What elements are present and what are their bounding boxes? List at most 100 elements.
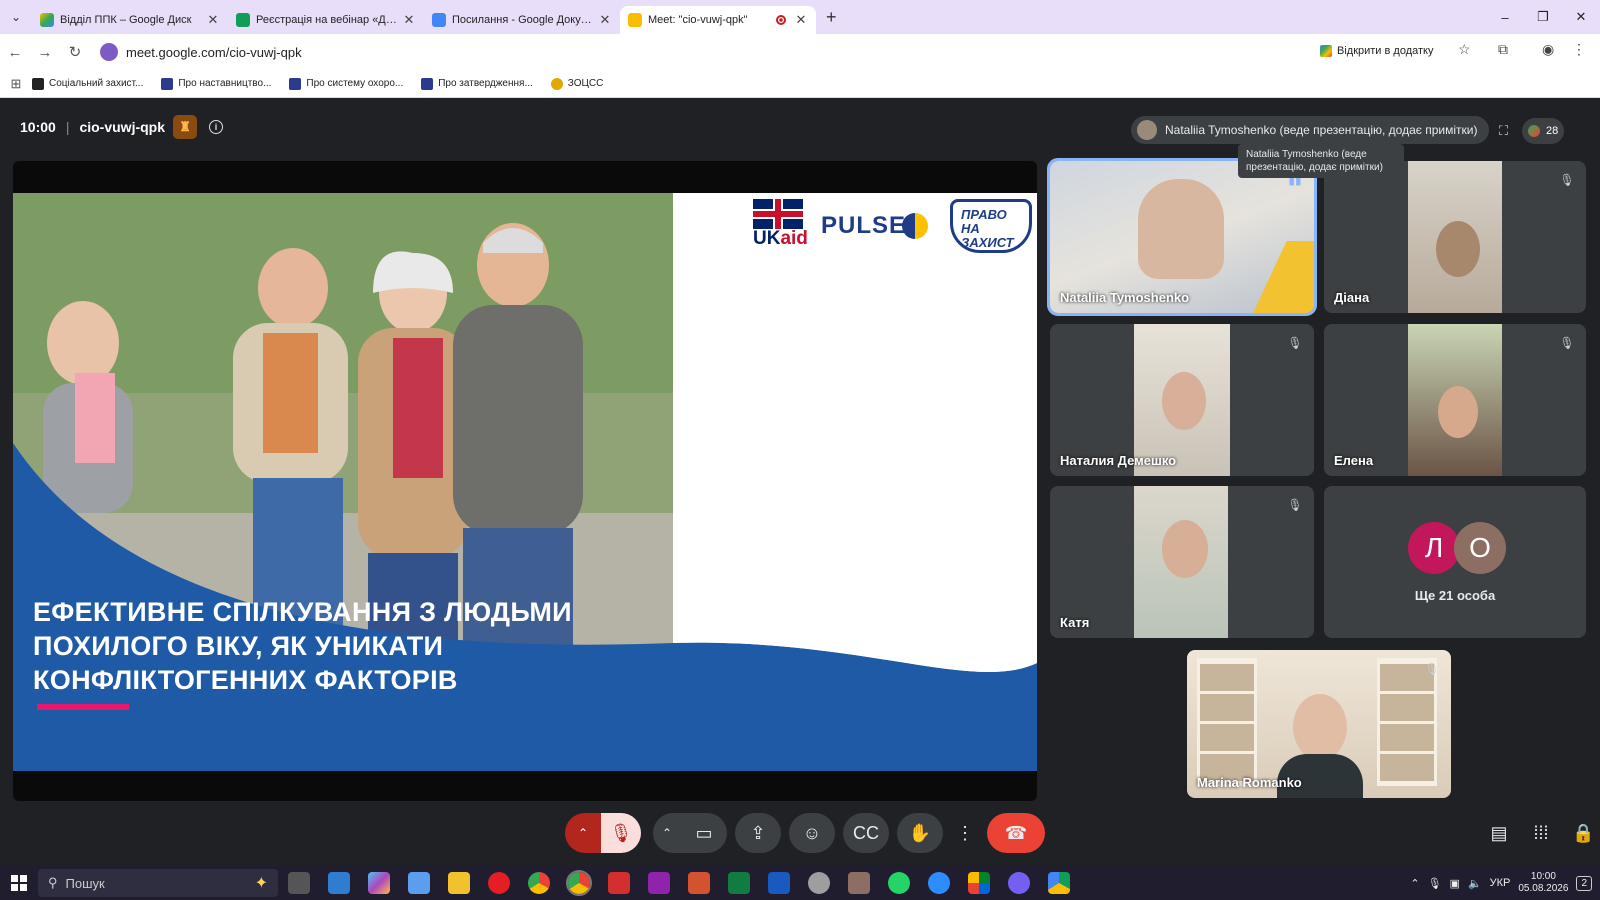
participant-name: Елена bbox=[1334, 453, 1374, 468]
network-icon[interactable]: ▣ bbox=[1450, 877, 1460, 890]
input-language[interactable]: УКР bbox=[1490, 877, 1511, 889]
present-screen-button[interactable]: ⇪ bbox=[735, 813, 781, 853]
chat-icon[interactable]: ▤ bbox=[1488, 823, 1510, 844]
reload-icon[interactable]: ↻ bbox=[60, 43, 90, 61]
host-controls-lock-icon[interactable]: 🔒 bbox=[1572, 823, 1594, 844]
participant-tile[interactable]: 🎙 Елена bbox=[1324, 324, 1586, 476]
raise-hand-button[interactable]: ✋ bbox=[897, 813, 943, 853]
participant-name: Катя bbox=[1060, 615, 1090, 630]
close-tab-icon[interactable]: ✕ bbox=[598, 12, 612, 28]
participant-tile[interactable]: 🎙 Катя bbox=[1050, 486, 1314, 638]
powerpoint-icon[interactable] bbox=[688, 872, 710, 894]
open-in-app-button[interactable]: Відкрити в додатку bbox=[1320, 45, 1433, 57]
windows-start-button[interactable] bbox=[0, 866, 38, 900]
close-tab-icon[interactable]: ✕ bbox=[794, 12, 808, 28]
bookmark-label: ЗОЦСС bbox=[567, 78, 604, 89]
participants-count-badge[interactable]: 28 bbox=[1522, 118, 1565, 144]
acrobat-icon[interactable] bbox=[608, 872, 630, 894]
google-drive-icon[interactable] bbox=[1048, 872, 1070, 894]
muted-mic-icon: 🎙 bbox=[1424, 662, 1440, 676]
bookmark-star-icon[interactable]: ☆ bbox=[1458, 41, 1471, 58]
bookmark-item[interactable]: Про систему охоро... bbox=[289, 77, 403, 90]
video-settings-button[interactable]: ⌃ bbox=[653, 813, 681, 853]
app-icon[interactable] bbox=[848, 872, 870, 894]
tab-search-chevron-icon[interactable]: ⌄ bbox=[0, 0, 32, 34]
forward-icon[interactable]: → bbox=[30, 44, 60, 61]
browser-tab[interactable]: Відділ ППК – Google Диск ✕ bbox=[32, 6, 228, 34]
new-tab-button[interactable]: + bbox=[826, 7, 837, 28]
leave-call-button[interactable]: ☎ bbox=[987, 813, 1045, 853]
participant-count: 28 bbox=[1545, 125, 1559, 137]
store-icon[interactable] bbox=[328, 872, 350, 894]
restore-icon[interactable]: ❐ bbox=[1524, 0, 1562, 34]
copilot-icon[interactable] bbox=[368, 872, 390, 894]
audio-settings-button[interactable]: ⌃ bbox=[565, 813, 601, 853]
participant-name: Наталия Демешко bbox=[1060, 453, 1177, 468]
meeting-info-icon[interactable]: i bbox=[209, 120, 224, 134]
volume-icon[interactable]: 🔈 bbox=[1468, 877, 1482, 890]
stop-presenting-icon[interactable]: ⛶ bbox=[1499, 123, 1508, 139]
microphone-icon[interactable]: 🎙 bbox=[1428, 877, 1442, 890]
bookmark-item[interactable]: Про наставництво... bbox=[161, 77, 271, 90]
taskbar-apps bbox=[288, 870, 1088, 896]
participant-face bbox=[1438, 386, 1478, 438]
bookmark-favicon-icon bbox=[550, 77, 563, 90]
taskbar-clock[interactable]: 10:00 05.08.2026 bbox=[1518, 871, 1568, 895]
whatsapp-icon[interactable] bbox=[888, 872, 910, 894]
presenter-pill[interactable]: Nataliia Tymoshenko (веде презентацію, д… bbox=[1131, 116, 1490, 144]
url-field[interactable]: meet.google.com/cio-vuwj-qpk bbox=[96, 38, 1286, 66]
host-controls-icon[interactable]: ♜ bbox=[173, 115, 198, 139]
extensions-icon[interactable]: ⧉ bbox=[1498, 41, 1508, 58]
zoom-icon[interactable] bbox=[928, 872, 950, 894]
more-participants-tile[interactable]: Л О Ще 21 особа bbox=[1324, 486, 1586, 638]
opera-icon[interactable] bbox=[488, 872, 510, 894]
task-view-icon[interactable] bbox=[288, 872, 310, 894]
minimize-icon[interactable]: – bbox=[1486, 0, 1524, 34]
ukaid-logo: UKaid bbox=[753, 199, 808, 253]
notifications-icon[interactable]: 2 bbox=[1576, 875, 1592, 891]
site-info-icon[interactable] bbox=[100, 43, 118, 61]
bookmark-item[interactable]: ЗОЦСС bbox=[550, 77, 604, 90]
google-meet-icon[interactable] bbox=[968, 872, 990, 894]
browser-tab[interactable]: Реєстрація на вебінар «Догляд ✕ bbox=[228, 6, 424, 34]
chrome-icon[interactable] bbox=[528, 872, 550, 894]
microphone-muted-button[interactable]: 🎙 bbox=[601, 813, 641, 853]
app-icon[interactable] bbox=[808, 872, 830, 894]
taskbar-search[interactable]: ⚲ Пошук ✦ bbox=[38, 869, 278, 897]
browser-menu-icon[interactable]: ⋮ bbox=[1572, 41, 1586, 58]
file-explorer-icon[interactable] bbox=[448, 872, 470, 894]
bookmark-item[interactable]: Про затвердження... bbox=[421, 77, 533, 90]
pulse-circle-icon bbox=[902, 213, 929, 239]
viber-icon[interactable] bbox=[1008, 872, 1030, 894]
captions-button[interactable]: CC bbox=[843, 813, 889, 853]
show-hidden-icons[interactable]: ⌃ bbox=[1410, 877, 1419, 890]
top-right-actions: ⛶ 28 bbox=[1499, 118, 1565, 144]
chrome-active-icon[interactable] bbox=[566, 870, 592, 896]
participant-tile[interactable]: ▮▮ Nataliia Tymoshenko bbox=[1047, 158, 1317, 316]
participant-tile[interactable]: 🎙 Діана bbox=[1324, 161, 1586, 313]
presenter-tooltip: Nataliia Tymoshenko (веде презентацію, д… bbox=[1238, 144, 1404, 178]
self-view-tile[interactable]: 🎙 Marina Romanko bbox=[1187, 650, 1451, 798]
apps-grid-icon[interactable]: ⊞ bbox=[0, 76, 32, 92]
camera-button[interactable]: ▭ bbox=[681, 813, 727, 853]
pravo-na-zakhyst-logo: ПРАВО НА ЗАХИСТ bbox=[950, 199, 1033, 253]
presentation-slide: UKaid PULSE ПРАВО НА ЗАХИСТ ЕФЕКТИВНЕ СП… bbox=[13, 193, 1037, 771]
close-tab-icon[interactable]: ✕ bbox=[206, 12, 220, 28]
profile-icon[interactable]: ◉ bbox=[1542, 41, 1554, 58]
excel-icon[interactable] bbox=[728, 872, 750, 894]
app-icon[interactable] bbox=[648, 872, 670, 894]
activities-icon[interactable]: ⁞⁞⁞ bbox=[1530, 823, 1552, 844]
back-icon[interactable]: ← bbox=[0, 44, 30, 61]
close-tab-icon[interactable]: ✕ bbox=[402, 12, 416, 28]
app-icon[interactable] bbox=[408, 872, 430, 894]
browser-tab[interactable]: Посилання - Google Докумен ✕ bbox=[424, 6, 620, 34]
browser-tab-active[interactable]: Meet: "cio-vuwj-qpk" ✕ bbox=[620, 6, 816, 34]
more-options-button[interactable]: ⋮ bbox=[951, 813, 979, 853]
slide-title: ЕФЕКТИВНЕ СПІЛКУВАННЯ З ЛЮДЬМИ ПОХИЛОГО … bbox=[33, 595, 633, 697]
copilot-sparkle-icon: ✦ bbox=[254, 875, 268, 892]
word-icon[interactable] bbox=[768, 872, 790, 894]
reactions-button[interactable]: ☺ bbox=[789, 813, 835, 853]
participant-tile[interactable]: 🎙 Наталия Демешко bbox=[1050, 324, 1314, 476]
close-window-icon[interactable]: ✕ bbox=[1562, 0, 1600, 34]
bookmark-item[interactable]: Соціальний захист... bbox=[32, 77, 143, 90]
